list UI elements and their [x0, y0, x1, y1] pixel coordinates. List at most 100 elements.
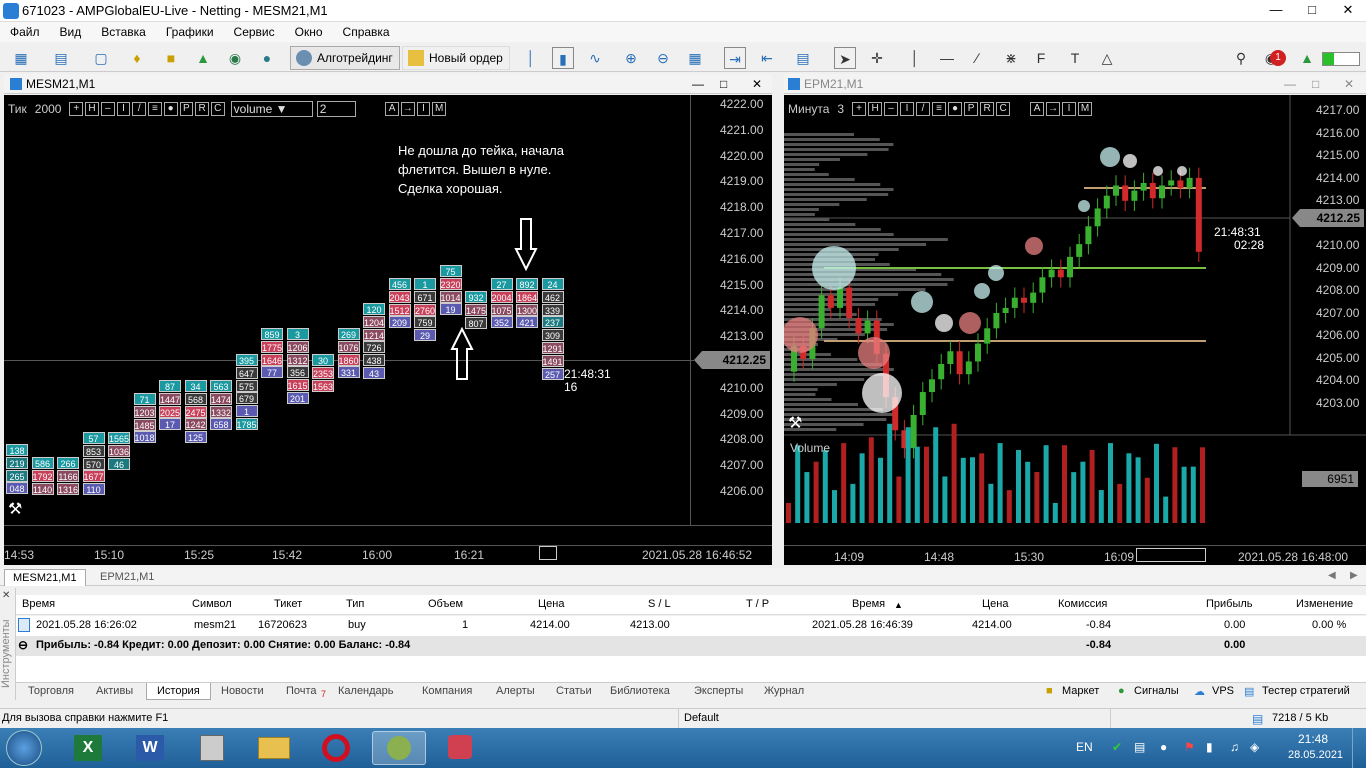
shapes-icon[interactable]: △	[1096, 47, 1118, 69]
right-time-scroll-box[interactable]	[1136, 548, 1206, 562]
mode-arrow[interactable]: →	[400, 102, 415, 116]
col-commission[interactable]: Комиссия	[1058, 598, 1107, 610]
tool-i[interactable]: I	[116, 102, 131, 116]
search-icon[interactable]: ⚲	[1230, 47, 1252, 69]
bar-chart-icon[interactable]: │	[520, 47, 542, 69]
chart-tab-epm21[interactable]: EPM21,M1	[92, 569, 162, 586]
tool-p[interactable]: P	[179, 102, 194, 116]
navigator-icon[interactable]: ■	[160, 47, 182, 69]
new-order-button[interactable]: Новый ордер	[402, 46, 510, 70]
templates-icon[interactable]: ▤	[792, 47, 814, 69]
right-minimize-button[interactable]: —	[1284, 74, 1296, 94]
start-button[interactable]	[6, 730, 42, 766]
explorer-app[interactable]	[248, 731, 302, 765]
vertical-line-icon[interactable]: │	[904, 47, 926, 69]
painter-app[interactable]	[434, 731, 488, 765]
tab-assets[interactable]: Активы	[96, 685, 133, 697]
tool-c[interactable]: C	[210, 102, 225, 116]
tab-articles[interactable]: Статьи	[556, 685, 592, 697]
col-change[interactable]: Изменение	[1296, 598, 1353, 610]
chart-shift-icon[interactable]: ⇤	[756, 47, 778, 69]
col-sl[interactable]: S / L	[648, 598, 671, 610]
link-tester[interactable]: Тестер стратегий	[1262, 685, 1350, 697]
table-row[interactable]: 2021.05.28 16:26:02 mesm21 16720623 buy …	[16, 616, 1366, 636]
tray-icon-b[interactable]: ◈	[1250, 740, 1259, 754]
tab-trade[interactable]: Торговля	[28, 685, 74, 697]
horizontal-line-icon[interactable]: —	[936, 47, 958, 69]
right-close-button[interactable]: ✕	[1344, 74, 1354, 94]
menu-help[interactable]: Справка	[333, 25, 400, 39]
level-icon[interactable]: ▲	[1296, 47, 1318, 69]
mode-i[interactable]: I	[416, 102, 431, 116]
menu-service[interactable]: Сервис	[224, 25, 285, 39]
left-maximize-button[interactable]: □	[720, 74, 727, 94]
crosshair-icon[interactable]: ✛	[866, 47, 888, 69]
col-close-time[interactable]: Время	[852, 598, 885, 610]
data-window-icon[interactable]: ▲	[192, 47, 214, 69]
algotrading-button[interactable]: Алготрейдинг	[290, 46, 400, 70]
menu-file[interactable]: Файл	[0, 25, 50, 39]
language-indicator[interactable]: EN	[1076, 740, 1093, 754]
signal-icon[interactable]: ▮	[1206, 740, 1213, 754]
shield-icon[interactable]: ✔	[1112, 740, 1122, 754]
tester-icon[interactable]: ●	[256, 47, 278, 69]
new-chart-icon[interactable]: ▦	[10, 47, 32, 69]
tab-news[interactable]: Новости	[221, 685, 264, 697]
tool-h[interactable]: H	[85, 102, 99, 116]
excel-app[interactable]: X	[62, 731, 116, 765]
col-volume[interactable]: Объем	[428, 598, 463, 610]
channel-icon[interactable]: ⋇	[1000, 47, 1022, 69]
trendline-icon[interactable]: ∕	[966, 47, 988, 69]
col-symbol[interactable]: Символ	[192, 598, 232, 610]
link-market[interactable]: Маркет	[1062, 685, 1099, 697]
indicator-select[interactable]: volume ▼	[230, 101, 313, 117]
text-icon[interactable]: T	[1064, 47, 1086, 69]
toolbox-close-icon[interactable]: ✕	[2, 590, 10, 601]
tool-dot[interactable]: ●	[163, 102, 178, 116]
tab-history[interactable]: История	[146, 683, 211, 700]
tab-alerts[interactable]: Алерты	[496, 685, 535, 697]
menu-charts[interactable]: Графики	[156, 25, 224, 39]
col-type[interactable]: Тип	[346, 598, 364, 610]
show-desktop-button[interactable]	[1352, 728, 1366, 768]
tools-icon[interactable]: ⚒	[8, 499, 28, 519]
menu-insert[interactable]: Вставка	[91, 25, 156, 39]
tool-lines[interactable]: ≡	[148, 102, 162, 116]
tab-mail[interactable]: Почта	[286, 685, 317, 697]
link-vps[interactable]: VPS	[1212, 685, 1234, 697]
tabs-scroll-right-icon[interactable]: ▶	[1350, 570, 1358, 581]
col-price[interactable]: Цена	[538, 598, 564, 610]
right-chart[interactable]: Минута 3 + H – I / ≡ ● P R C A → I M 421…	[784, 95, 1366, 565]
tabs-scroll-left-icon[interactable]: ◀	[1328, 570, 1336, 581]
opera-app[interactable]	[310, 731, 364, 765]
tab-journal[interactable]: Журнал	[764, 685, 804, 697]
close-button[interactable]: ✕	[1330, 0, 1366, 20]
zoom-out-icon[interactable]: ⊖	[652, 47, 674, 69]
tool-slash[interactable]: /	[132, 102, 147, 116]
collapse-icon[interactable]: ⊖	[18, 638, 28, 652]
zoom-in-icon[interactable]: ⊕	[620, 47, 642, 69]
left-close-button[interactable]: ✕	[752, 74, 762, 94]
word-app[interactable]: W	[124, 731, 178, 765]
volume-icon[interactable]: ♫	[1230, 740, 1239, 754]
time-scroll-box[interactable]	[539, 546, 557, 560]
chart-tab-mesm21[interactable]: MESM21,M1	[4, 569, 86, 586]
tool-plus[interactable]: +	[69, 102, 84, 116]
tile-windows-icon[interactable]: ▦	[684, 47, 706, 69]
menu-window[interactable]: Окно	[285, 25, 333, 39]
metatrader-app[interactable]	[372, 731, 426, 765]
fibonacci-icon[interactable]: F	[1030, 47, 1052, 69]
line-chart-icon[interactable]: ∿	[584, 47, 606, 69]
network-icon[interactable]: ▤	[1134, 740, 1145, 754]
indicator-value-spinner[interactable]: 2	[316, 101, 356, 117]
autoscroll-icon[interactable]: ⇥	[724, 47, 746, 69]
col-close-price[interactable]: Цена	[982, 598, 1008, 610]
tab-calendar[interactable]: Календарь	[338, 685, 394, 697]
tab-experts[interactable]: Эксперты	[694, 685, 743, 697]
tab-library[interactable]: Библиотека	[610, 685, 670, 697]
left-minimize-button[interactable]: —	[692, 74, 704, 94]
terminal-icon[interactable]: ◉	[224, 47, 246, 69]
tray-app-icon[interactable]: ●	[1160, 740, 1167, 754]
cursor-icon[interactable]: ➤	[834, 47, 856, 69]
profiles-icon[interactable]: ▤	[50, 47, 72, 69]
